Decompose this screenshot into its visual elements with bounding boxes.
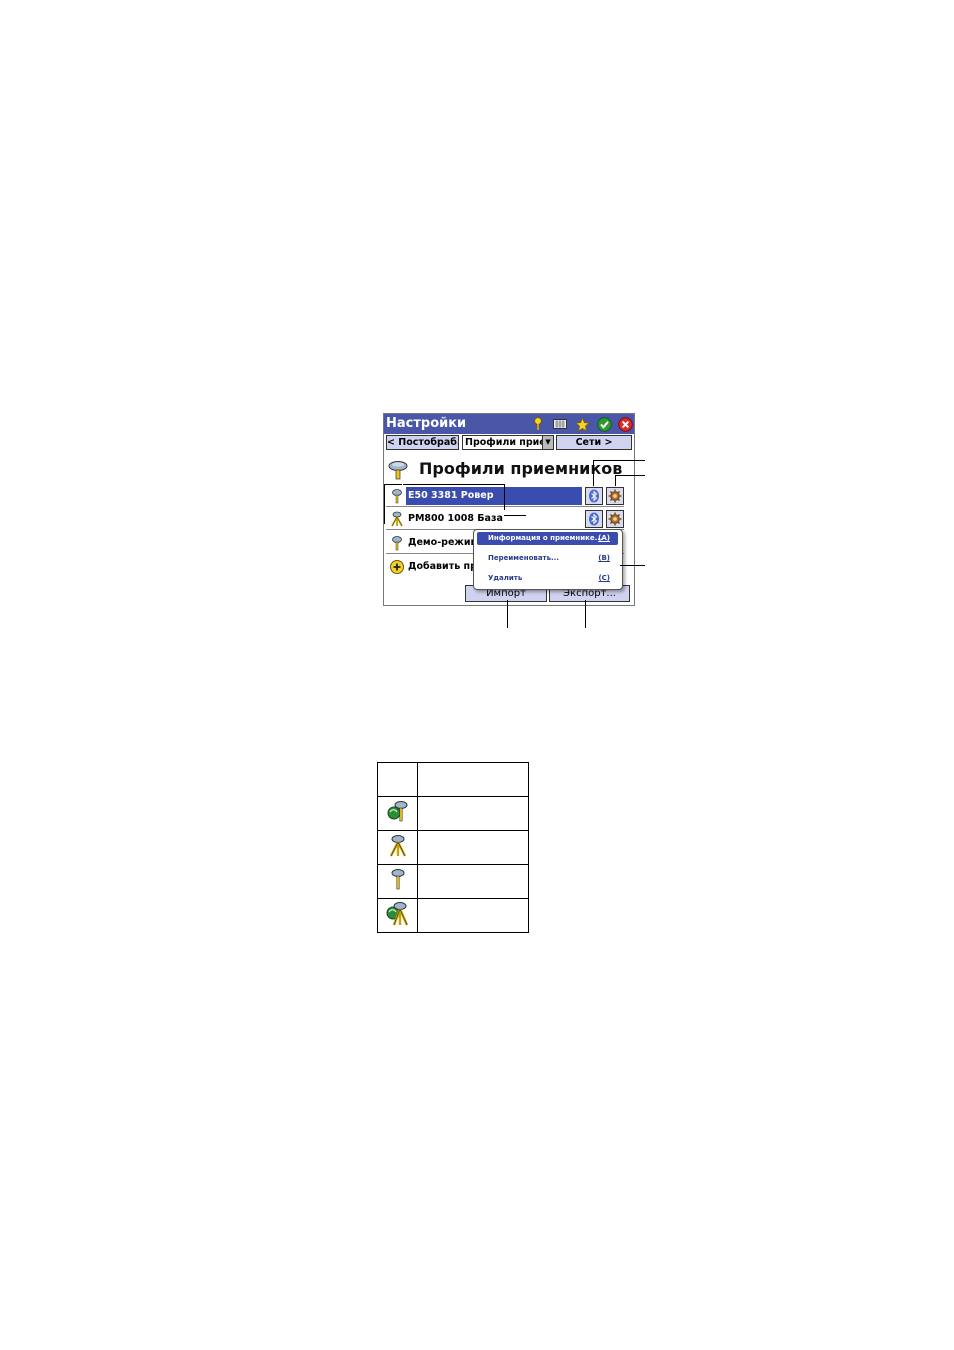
profile-name: PM800 1008 База bbox=[408, 513, 503, 524]
add-icon bbox=[390, 560, 404, 574]
connected-rover-icon bbox=[387, 800, 407, 821]
menu-item-rename[interactable]: Переименовать... (B) bbox=[477, 552, 618, 565]
star-icon[interactable] bbox=[574, 416, 590, 432]
close-icon[interactable] bbox=[617, 416, 633, 432]
section-select[interactable]: Профили прием ▼ bbox=[462, 435, 554, 450]
profile-name: Демо-режим bbox=[408, 537, 479, 548]
icon-legend-table bbox=[377, 762, 529, 933]
profile-row[interactable]: E50 3381 Ровер bbox=[386, 486, 624, 507]
profile-row[interactable]: PM800 1008 База bbox=[386, 509, 624, 530]
rover-antenna-icon bbox=[392, 536, 402, 551]
table-row bbox=[377, 898, 529, 933]
chevron-down-icon[interactable]: ▼ bbox=[542, 436, 553, 449]
table-row bbox=[377, 830, 529, 865]
table-row bbox=[377, 762, 529, 797]
section-select-value: Профили прием bbox=[465, 437, 554, 448]
rover-antenna-icon bbox=[392, 489, 402, 504]
ok-icon[interactable] bbox=[596, 416, 612, 432]
menu-item-delete[interactable]: Удалить (C) bbox=[477, 572, 618, 585]
settings-button[interactable] bbox=[606, 487, 624, 505]
bluetooth-button[interactable] bbox=[585, 510, 603, 528]
app-title: Настройки bbox=[386, 416, 467, 431]
context-menu: Информация о приемнике... (A) Переименов… bbox=[473, 529, 623, 590]
bluetooth-icon bbox=[589, 489, 599, 503]
back-button[interactable]: < Постобраб. bbox=[386, 435, 459, 450]
table-row bbox=[377, 864, 529, 899]
keyboard-icon[interactable] bbox=[552, 416, 568, 432]
bluetooth-icon bbox=[589, 512, 599, 526]
gear-icon bbox=[608, 512, 622, 526]
title-bar: Настройки bbox=[384, 414, 634, 434]
navigation-bar: < Постобраб. Профили прием ▼ Сети > bbox=[384, 434, 634, 452]
bluetooth-button[interactable] bbox=[585, 487, 603, 505]
base-tripod-icon bbox=[389, 834, 406, 857]
menu-item-receiver-info[interactable]: Информация о приемнике... (A) bbox=[477, 532, 618, 545]
forward-button[interactable]: Сети > bbox=[556, 435, 632, 450]
page-title: Профили приемников bbox=[419, 459, 623, 478]
table-row bbox=[377, 796, 529, 831]
rover-antenna-icon bbox=[391, 868, 404, 889]
base-tripod-icon bbox=[391, 511, 403, 527]
receiver-heading-icon bbox=[388, 461, 408, 480]
help-icon[interactable] bbox=[530, 416, 546, 432]
gear-icon bbox=[608, 489, 622, 503]
profile-name: E50 3381 Ровер bbox=[408, 490, 494, 501]
connected-base-icon bbox=[386, 901, 408, 925]
settings-button[interactable] bbox=[606, 510, 624, 528]
